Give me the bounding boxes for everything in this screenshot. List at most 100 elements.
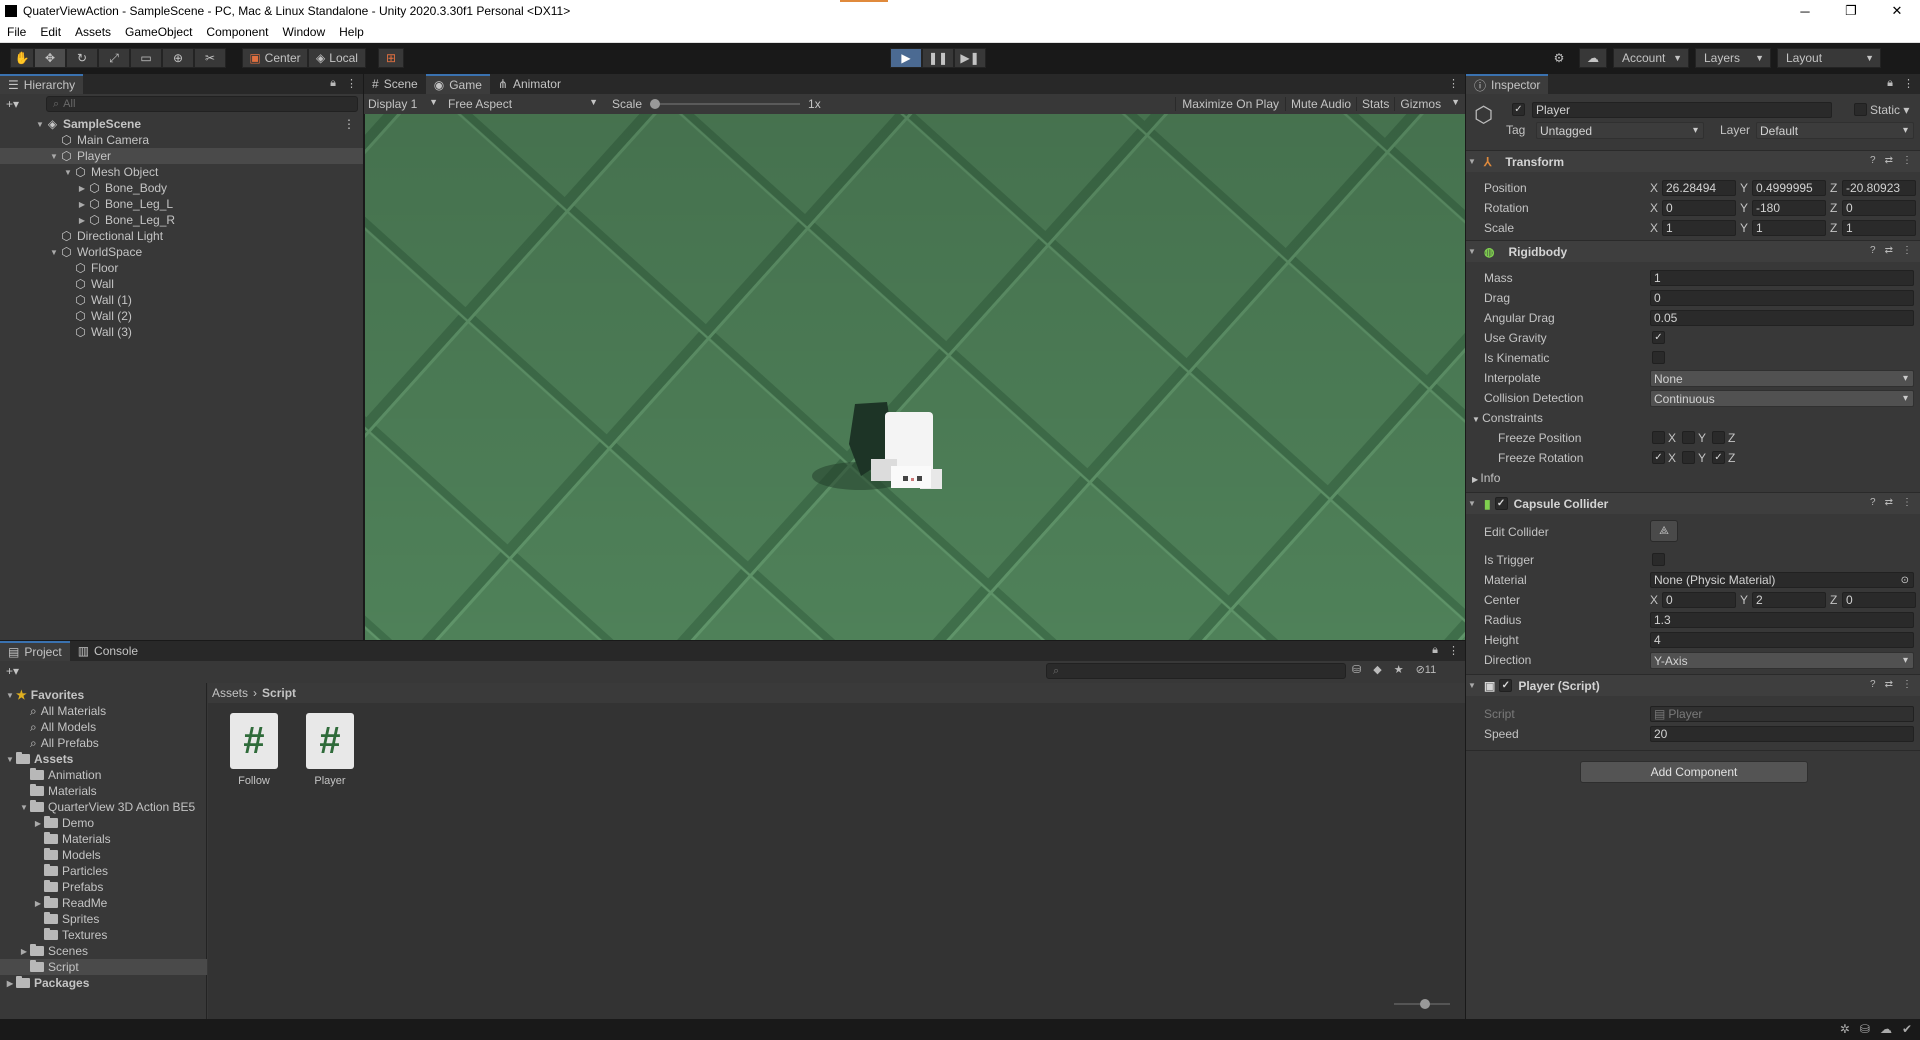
kebab-menu-icon[interactable]: ⋮ [1902, 497, 1912, 508]
center-z-field[interactable]: 0 [1842, 592, 1916, 608]
axis-label[interactable]: X [1650, 201, 1658, 215]
radius-field[interactable]: 1.3 [1650, 612, 1914, 628]
stats-toggle[interactable]: Stats [1356, 97, 1394, 111]
axis-label[interactable]: X [1650, 593, 1658, 607]
transform-tool-icon[interactable]: ⊕ [162, 48, 194, 68]
rotate-tool-icon[interactable]: ↻ [66, 48, 98, 68]
game-viewport[interactable] [364, 114, 1465, 640]
kebab-menu-icon[interactable]: ⋮ [1902, 155, 1912, 166]
project-search-input[interactable]: ⌕ [1046, 663, 1346, 679]
collapse-icon[interactable]: ▶ [76, 184, 88, 193]
kebab-menu-icon[interactable]: ⋮ [1902, 245, 1912, 256]
expand-icon[interactable]: ▼ [18, 803, 30, 812]
folder-item[interactable]: Animation [0, 767, 207, 783]
height-field[interactable]: 4 [1650, 632, 1914, 648]
collapse-icon[interactable]: ▶ [76, 216, 88, 225]
object-name-input[interactable]: Player [1532, 102, 1832, 118]
script-asset[interactable]: # Player [300, 713, 360, 787]
lock-icon[interactable]: 🔒︎ [330, 77, 336, 90]
folder-item[interactable]: ▼ QuarterView 3D Action BE5 [0, 799, 207, 815]
freeze-z-checkbox[interactable] [1712, 431, 1725, 444]
hierarchy-item[interactable]: ▼ ⬡ WorldSpace [0, 244, 363, 260]
hierarchy-item[interactable]: ⬡ Directional Light [0, 228, 363, 244]
is-kinematic-checkbox[interactable] [1652, 351, 1665, 364]
expand-icon[interactable]: ▼ [48, 248, 60, 257]
menu-window[interactable]: Window [275, 25, 332, 39]
tag-dropdown[interactable]: Untagged [1536, 122, 1704, 139]
preset-icon[interactable]: ⇄ [1885, 245, 1893, 256]
pause-button[interactable]: ❚❚ [922, 48, 954, 68]
project-create-button[interactable]: +▾ [6, 663, 19, 679]
interpolate-dropdown[interactable]: None [1650, 370, 1914, 387]
lock-icon[interactable]: 🔒︎ [1887, 77, 1893, 90]
add-component-button[interactable]: Add Component [1580, 761, 1808, 783]
use-gravity-checkbox[interactable]: ✓ [1652, 331, 1665, 344]
collapse-icon[interactable]: ▶ [18, 947, 30, 956]
breadcrumb-script[interactable]: Script [262, 686, 296, 700]
packages-foldout[interactable]: ▶ Packages [4, 975, 89, 991]
hierarchy-item[interactable]: ▶ ⬡ Bone_Body [0, 180, 363, 196]
favorites-foldout[interactable]: ▼ ★ Favorites [4, 687, 84, 703]
debug-icon[interactable]: ✲ [1840, 1022, 1850, 1036]
rotation-x-field[interactable]: 0 [1662, 200, 1736, 216]
axis-label[interactable]: X [1650, 181, 1658, 195]
static-checkbox[interactable] [1854, 103, 1867, 116]
tab-scene[interactable]: # Scene [364, 74, 426, 94]
maximize-button[interactable]: ❐ [1828, 0, 1874, 22]
space-toggle[interactable]: ◈ Local [308, 48, 366, 68]
axis-label[interactable]: Z [1830, 201, 1837, 215]
script-enabled-checkbox[interactable]: ✓ [1499, 679, 1513, 692]
folder-item[interactable]: Prefabs [0, 879, 207, 895]
menu-edit[interactable]: Edit [33, 25, 68, 39]
is-trigger-checkbox[interactable] [1652, 553, 1665, 566]
freeze-y-checkbox[interactable] [1682, 431, 1695, 444]
icon-size-handle[interactable] [1420, 999, 1430, 1009]
freeze-x-checkbox[interactable]: ✓ [1652, 451, 1665, 464]
check-icon[interactable]: ✔ [1902, 1022, 1912, 1036]
folder-item[interactable]: Sprites [0, 911, 207, 927]
tab-project[interactable]: ▤ Project [0, 641, 70, 661]
player-script-header[interactable]: ▼ ▣ ✓ Player (Script) ? ⇄ ⋮ [1466, 674, 1920, 696]
hierarchy-item[interactable]: ⬡ Wall (2) [0, 308, 363, 324]
center-y-field[interactable]: 2 [1752, 592, 1826, 608]
static-dropdown[interactable]: Static ▾ [1870, 103, 1909, 117]
edit-collider-button[interactable]: ⟁ [1650, 520, 1678, 542]
tab-game[interactable]: ◉ Game [425, 74, 490, 94]
help-icon[interactable]: ? [1870, 155, 1876, 166]
axis-label[interactable]: Y [1740, 181, 1748, 195]
folder-item[interactable]: ▶ ReadMe [0, 895, 207, 911]
mass-field[interactable]: 1 [1650, 270, 1914, 286]
tab-hierarchy[interactable]: ☰ Hierarchy [0, 74, 84, 94]
create-button[interactable]: +▾ [6, 96, 19, 112]
axis-label[interactable]: Y [1740, 593, 1748, 607]
axis-label[interactable]: Y [1740, 201, 1748, 215]
capsule-collider-header[interactable]: ▼ ▮ ✓ Capsule Collider ? ⇄ ⋮ [1466, 492, 1920, 514]
collapse-icon[interactable]: ▶ [32, 819, 44, 828]
position-x-field[interactable]: 26.28494 [1662, 180, 1736, 196]
axis-label[interactable]: Z [1830, 593, 1837, 607]
kebab-menu-icon[interactable]: ⋮ [346, 77, 357, 90]
filter-type-icon[interactable]: ⛁ [1352, 663, 1361, 676]
axis-label[interactable]: Y [1740, 221, 1748, 235]
folder-item[interactable]: Script [0, 959, 207, 975]
scale-z-field[interactable]: 1 [1842, 220, 1916, 236]
help-icon[interactable]: ? [1870, 245, 1876, 256]
chevron-down-icon[interactable]: ▼ [1446, 97, 1465, 111]
scale-x-field[interactable]: 1 [1662, 220, 1736, 236]
tab-console[interactable]: ▥ Console [70, 641, 146, 661]
breadcrumb-assets[interactable]: Assets [212, 686, 248, 700]
hierarchy-item[interactable]: ▼ ⬡ Mesh Object [0, 164, 363, 180]
custom-tool-icon[interactable]: ✂ [194, 48, 226, 68]
speed-field[interactable]: 20 [1650, 726, 1914, 742]
freeze-z-checkbox[interactable]: ✓ [1712, 451, 1725, 464]
layer-dropdown[interactable]: Default [1756, 122, 1914, 139]
folder-item[interactable]: Materials [0, 783, 207, 799]
position-z-field[interactable]: -20.80923 [1842, 180, 1916, 196]
hierarchy-item[interactable]: ▼ ⬡ Player [0, 148, 363, 164]
direction-dropdown[interactable]: Y-Axis [1650, 652, 1914, 669]
folder-item[interactable]: Materials [0, 831, 207, 847]
mute-audio-toggle[interactable]: Mute Audio [1285, 97, 1356, 111]
menu-assets[interactable]: Assets [68, 25, 118, 39]
pivot-toggle[interactable]: ▣ Center [242, 48, 308, 68]
collab-icon[interactable]: ⚙ [1545, 48, 1573, 68]
